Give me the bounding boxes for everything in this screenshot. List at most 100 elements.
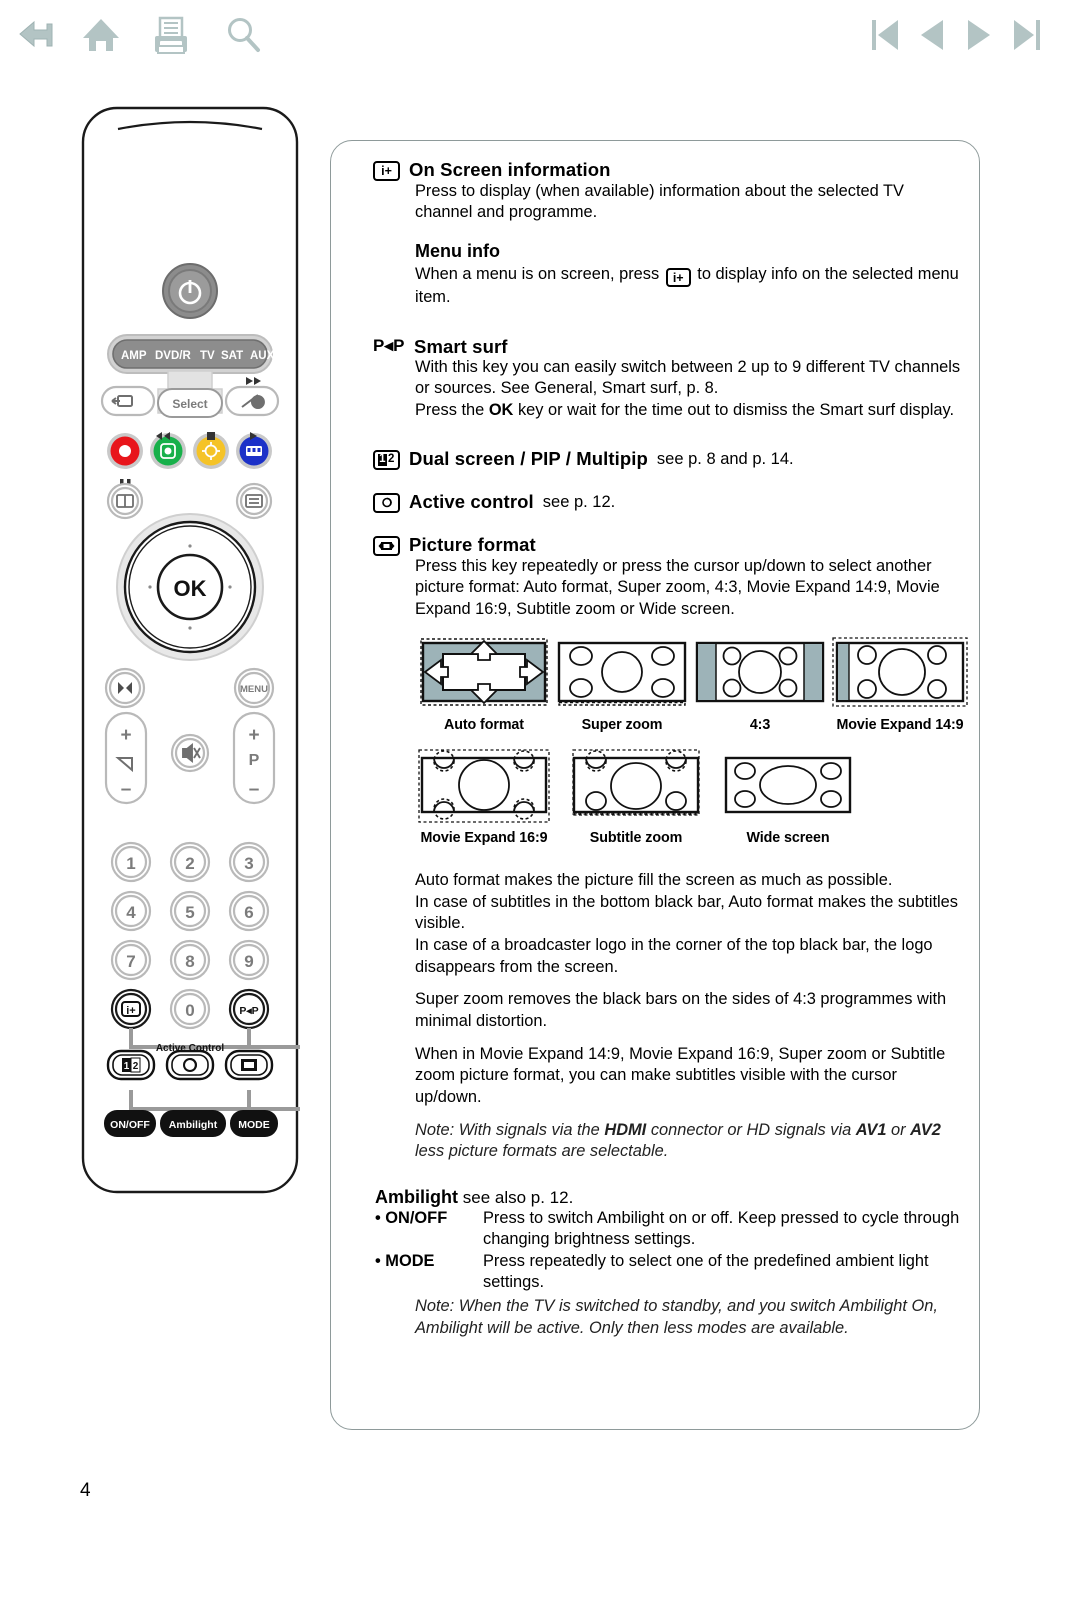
svg-text:0: 0 (185, 1001, 194, 1020)
picture-format-figures: Auto format Super zoom 4:3 Movie Expand … (415, 634, 968, 846)
ambilight-mode-key: • MODE (375, 1251, 435, 1270)
smart-surf-line2: Press the OK key or wait for the time ou… (415, 400, 965, 421)
figure-wide-screen: Wide screen (719, 747, 871, 846)
figure-label-super-zoom: Super zoom (581, 716, 663, 733)
first-page-icon[interactable] (862, 12, 908, 58)
active-control-key-icon (373, 492, 400, 513)
svg-text:MODE: MODE (238, 1119, 270, 1131)
ok-key-label: OK (488, 400, 514, 419)
svg-text:5: 5 (185, 903, 194, 922)
section-picture-format: Picture format (373, 534, 965, 556)
figure-super-zoom: Super zoom (553, 634, 691, 733)
ambilight-onoff-text: Press to switch Ambilight on or off. Kee… (483, 1208, 960, 1249)
menu-info-text-1: When a menu is on screen, press (415, 264, 660, 283)
figure-label-auto-format: Auto format (444, 716, 524, 733)
back-icon[interactable] (14, 12, 60, 58)
ambilight-row: ON/OFF Ambilight MODE (104, 1110, 278, 1137)
menu-info-body: When a menu is on screen, press i+ to di… (415, 264, 965, 309)
note-text-a: Note: With signals via the (415, 1120, 600, 1139)
svg-text:ON/OFF: ON/OFF (110, 1119, 150, 1131)
svg-text:AMP: AMP (121, 350, 147, 362)
remote-control-illustration: .rbody{fill:#ffffff;stroke:#1a1a1a;strok… (80, 105, 300, 1195)
pip-key-icon: P◂P (373, 335, 405, 355)
figure-row-1: Auto format Super zoom 4:3 Movie Expand … (415, 634, 968, 733)
section-active-control: Active control see p. 12. (373, 491, 965, 513)
page-number: 4 (80, 1480, 91, 1501)
svg-text:i+: i+ (126, 1005, 135, 1017)
svg-text:P: P (249, 752, 260, 769)
section-smart-surf: P◂P Smart surf (373, 336, 965, 357)
svg-text:6: 6 (244, 903, 253, 922)
svg-text:8: 8 (185, 952, 194, 971)
svg-text:–: – (121, 779, 132, 800)
ambilight-title-suffix: see also p. 12. (462, 1187, 574, 1207)
svg-text:2: 2 (185, 854, 194, 873)
top-toolbar (0, 0, 1080, 70)
last-page-icon[interactable] (1004, 12, 1050, 58)
figure-label-movie-expand-16-9: Movie Expand 16:9 (420, 829, 548, 846)
figure-auto-format: Auto format (415, 634, 553, 733)
dual-screen-key-icon: 12 (373, 449, 400, 470)
svg-text:+: + (248, 725, 259, 746)
av1-label: AV1 (855, 1120, 887, 1139)
svg-text:1: 1 (124, 1061, 130, 1072)
dual-screen-suffix: see p. 8 and p. 14. (656, 449, 794, 468)
function-row: 1 2 (106, 1049, 274, 1081)
svg-text:AUX: AUX (250, 350, 275, 362)
svg-text:OK: OK (174, 576, 207, 601)
content-card: i+ On Screen information Press to displa… (330, 140, 980, 1430)
av2-label: AV2 (910, 1120, 941, 1139)
section-title-on-screen-information: On Screen information (409, 159, 611, 180)
svg-text:SAT: SAT (221, 350, 243, 362)
figure-label-subtitle-zoom: Subtitle zoom (589, 829, 683, 846)
figure-row-2: Movie Expand 16:9 Subtitle zoom Wide scr… (415, 747, 965, 846)
svg-text:P◂P: P◂P (239, 1005, 258, 1017)
svg-text:1: 1 (126, 854, 135, 873)
section-title-smart-surf: Smart surf (414, 335, 508, 357)
smart-surf-line1: With this key you can easily switch betw… (415, 358, 961, 398)
home-icon[interactable] (78, 12, 124, 58)
figure-movie-expand-14-9: Movie Expand 14:9 (829, 634, 971, 733)
svg-text:Select: Select (172, 397, 207, 411)
section-title-dual-screen: Dual screen / PIP / Multipip (409, 447, 648, 469)
on-screen-information-body: Press to display (when available) inform… (415, 182, 904, 222)
info-key-icon: i+ (373, 161, 400, 181)
hdmi-label: HDMI (604, 1120, 647, 1139)
svg-text:–: – (249, 779, 260, 800)
section-on-screen-information: i+ On Screen information (373, 159, 965, 181)
figure-label-movie-expand-14-9: Movie Expand 14:9 (836, 716, 964, 733)
search-icon[interactable] (220, 12, 266, 58)
svg-text:MENU: MENU (240, 684, 268, 695)
ambilight-item-mode: • MODE Press repeatedly to select one of… (375, 1251, 965, 1294)
picture-format-note: Note: With signals via the HDMI connecto… (415, 1120, 965, 1163)
picture-format-body: Press this key repeatedly or press the c… (415, 556, 940, 618)
svg-text:2: 2 (133, 1061, 139, 1072)
ambilight-note: Note: When the TV is switched to standby… (415, 1297, 938, 1337)
note-text-e: or (891, 1120, 906, 1139)
previous-page-icon[interactable] (910, 12, 956, 58)
figure-four-three: 4:3 (691, 634, 829, 733)
section-title-ambilight: Ambilight (375, 1186, 458, 1207)
svg-text:4: 4 (126, 903, 136, 922)
figure-label-wide-screen: Wide screen (746, 829, 830, 846)
svg-text:9: 9 (244, 952, 253, 971)
active-control-suffix: see p. 12. (542, 492, 616, 511)
section-title-picture-format: Picture format (409, 533, 536, 555)
picture-format-key-icon (373, 535, 400, 556)
print-icon[interactable] (148, 12, 194, 58)
svg-text:TV: TV (200, 350, 215, 362)
next-page-icon[interactable] (955, 12, 1001, 58)
figure-movie-expand-16-9: Movie Expand 16:9 (415, 747, 567, 846)
picture-format-para-3: When in Movie Expand 14:9, Movie Expand … (415, 1044, 946, 1106)
ambilight-item-onoff: • ON/OFF Press to switch Ambilight on or… (375, 1208, 965, 1251)
picture-format-para-1: Auto format makes the picture fill the s… (415, 870, 958, 976)
svg-text:+: + (120, 725, 131, 746)
section-ambilight: Ambilight see also p. 12. (375, 1187, 965, 1208)
svg-text:Ambilight: Ambilight (169, 1119, 218, 1131)
section-title-active-control: Active control (409, 490, 534, 512)
ambilight-onoff-key: • ON/OFF (375, 1208, 448, 1227)
svg-text:DVD/R: DVD/R (155, 350, 191, 362)
svg-text:3: 3 (244, 854, 253, 873)
note-text-g: less picture formats are selectable. (415, 1142, 669, 1161)
section-dual-screen: 12 Dual screen / PIP / Multipip see p. 8… (373, 448, 965, 470)
